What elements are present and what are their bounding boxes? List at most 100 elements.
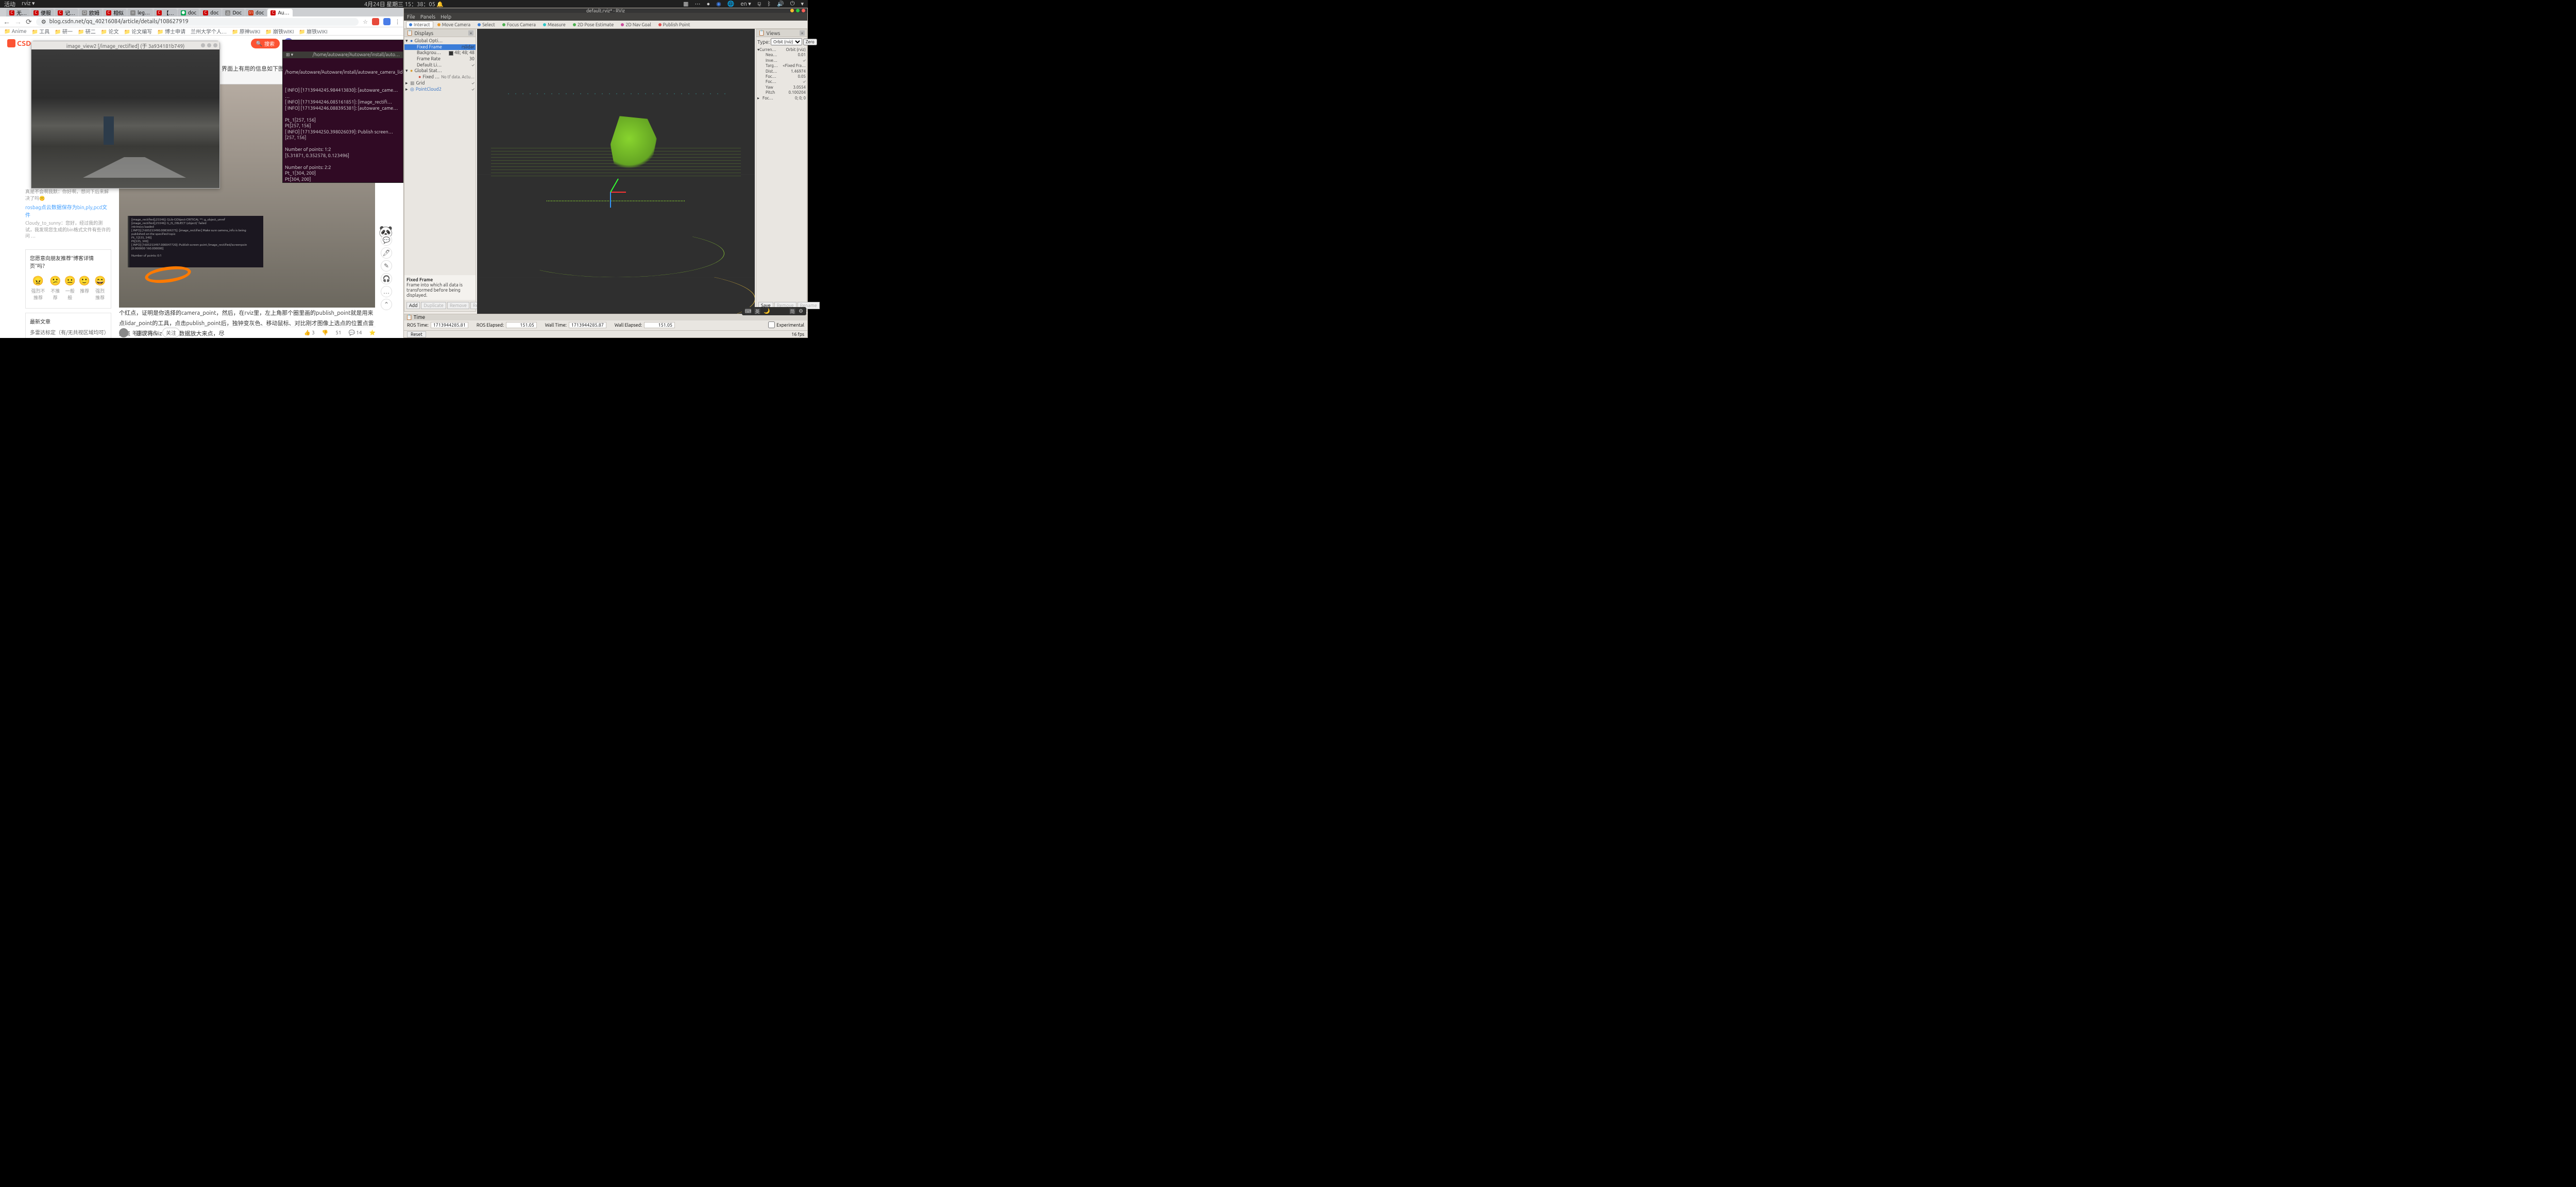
tool-move-camera[interactable]: Move Camera: [434, 21, 473, 28]
power-icon[interactable]: ⏻: [790, 1, 795, 7]
add-display-button[interactable]: Add: [406, 302, 420, 309]
views-zero-button[interactable]: Zero: [803, 39, 817, 45]
tool-2d-pose-estimate[interactable]: 2D Pose Estimate: [570, 21, 617, 28]
browser-tab[interactable]: Cdoc: [200, 9, 222, 16]
browser-tab[interactable]: ⎔欧姆: [79, 9, 103, 16]
network-icon[interactable]: ⚼: [757, 1, 761, 7]
rating-option[interactable]: 😐一般般: [64, 276, 76, 301]
article-link[interactable]: Shell脚本定时器压缩文件: [30, 337, 107, 338]
browser-tab[interactable]: C相似: [103, 9, 127, 16]
im-script[interactable]: 简: [789, 308, 795, 314]
author-avatar[interactable]: [119, 328, 128, 337]
bookmark-item[interactable]: 📁 Anime: [4, 28, 27, 35]
extension-icon[interactable]: [383, 18, 391, 25]
reset-button[interactable]: Reset: [407, 331, 426, 337]
tray-icon[interactable]: ⋯: [694, 1, 700, 7]
float-btn[interactable]: …: [381, 286, 392, 297]
displays-tree[interactable]: ▾●Global Opti… Fixed Framerslidar Backgr…: [404, 37, 476, 93]
rectified-image[interactable]: [31, 49, 219, 188]
tool-publish-point[interactable]: Publish Point: [655, 21, 693, 28]
dislike-button[interactable]: 👎: [322, 330, 328, 336]
menu-panels[interactable]: Panels: [420, 14, 435, 20]
focused-app-menu[interactable]: rviz ▾: [22, 0, 35, 8]
bookmark-item[interactable]: 📁 原神WIKI: [232, 27, 260, 35]
extensions-menu-icon[interactable]: ⋮: [395, 19, 400, 25]
tool-interact[interactable]: Interact: [406, 21, 433, 28]
bookmark-item[interactable]: 📁 研二: [78, 27, 96, 35]
experimental-checkbox[interactable]: [768, 321, 775, 328]
bookmark-item[interactable]: 📁 崩铁WIKI: [299, 27, 327, 35]
url-input[interactable]: ⚙ blog.csdn.net/qq_40216084/article/deta…: [36, 18, 359, 26]
rating-option[interactable]: 😕不推荐: [49, 276, 61, 301]
bookmark-star-icon[interactable]: ☆: [363, 19, 368, 25]
globe-icon[interactable]: 🌐: [727, 1, 735, 7]
terminal-tab-icon[interactable]: ⊞ ▾: [286, 52, 293, 58]
related-link[interactable]: rosbag点云数据保存为bin,ply,pcd文件: [25, 203, 111, 218]
bookmark-item[interactable]: 📁 博士申请: [157, 27, 185, 35]
rviz-3d-viewport[interactable]: [477, 29, 755, 319]
bookmark-item[interactable]: 兰州大学个人…: [191, 27, 227, 35]
browser-tab[interactable]: C无…: [6, 9, 30, 16]
panel-header[interactable]: 📋 Displays×: [404, 29, 476, 37]
float-btn[interactable]: 🖊: [381, 247, 392, 259]
settings-icon[interactable]: ⚙: [799, 308, 803, 314]
author-name[interactable]: 叫我李先生: [132, 329, 158, 336]
panel-header[interactable]: 📋 Time: [406, 314, 425, 320]
tray-icon[interactable]: ▦: [683, 1, 688, 7]
minimize-icon[interactable]: [790, 9, 794, 12]
im-icon[interactable]: ⌨: [745, 308, 751, 314]
article-link[interactable]: 多雷达标定（有/无共视区域均可）: [30, 328, 107, 336]
browser-tab[interactable]: ○leg…: [127, 9, 153, 16]
volume-icon[interactable]: 🔊: [777, 1, 784, 7]
float-btn[interactable]: 💬: [381, 234, 392, 246]
browser-tab[interactable]: △Doc: [222, 9, 245, 16]
float-btn[interactable]: ✎: [381, 260, 392, 272]
dark-mode-icon[interactable]: 🌙: [764, 308, 770, 314]
views-tree[interactable]: ▾Curren…Orbit (rviz) Nea…0.01 Inve… Targ…: [756, 46, 807, 102]
menu-help[interactable]: Help: [440, 14, 451, 20]
im-lang[interactable]: 英: [754, 308, 760, 314]
browser-tab[interactable]: C记…: [55, 9, 78, 16]
panel-header[interactable]: 📋 Views×: [756, 29, 807, 37]
clock[interactable]: 4月24日 星期三 15：38：05 🔔: [364, 0, 444, 8]
rviz-title-bar[interactable]: default.rviz* - RViz: [404, 8, 807, 13]
bookmark-item[interactable]: 📁 工具: [32, 27, 50, 35]
comments-button[interactable]: 💬 14: [349, 330, 362, 336]
extension-icon[interactable]: [372, 18, 379, 25]
browser-tab[interactable]: C便服: [30, 9, 54, 16]
search-button[interactable]: 🔍搜索: [251, 39, 280, 48]
rating-option[interactable]: 😠强烈不推荐: [30, 276, 46, 301]
views-type-select[interactable]: Orbit (rviz): [771, 38, 802, 45]
browser-tab-active[interactable]: CAu…: [267, 9, 292, 16]
chrome-tray-icon[interactable]: ◉: [716, 1, 721, 7]
follow-button[interactable]: 关注: [162, 328, 180, 337]
bookmark-item[interactable]: 📁 崩铁WIKI: [265, 27, 294, 35]
panel-close-icon[interactable]: ×: [800, 30, 805, 36]
browser-tab[interactable]: C【…: [154, 9, 177, 16]
image-view2-title-bar[interactable]: image_view2 [/image_rectified] (于 3a9341…: [31, 41, 219, 49]
gnome-terminal[interactable]: ⊞ ▾/home/autoware/Autoware/install/auto……: [282, 40, 403, 183]
menu-file[interactable]: File: [407, 14, 415, 20]
close-icon[interactable]: [213, 43, 217, 47]
forward-button[interactable]: →: [14, 18, 22, 26]
tool-select[interactable]: Select: [474, 21, 498, 28]
tool-2d-nav-goal[interactable]: 2D Nav Goal: [618, 21, 654, 28]
float-btn[interactable]: 🎧: [381, 273, 392, 284]
bluetooth-icon[interactable]: ᛒ: [767, 1, 771, 7]
panel-close-icon[interactable]: ×: [468, 30, 473, 36]
browser-tab[interactable]: ⬢doc: [178, 9, 199, 16]
input-lang[interactable]: en ▾: [740, 1, 751, 7]
back-button[interactable]: ←: [3, 18, 10, 26]
minimize-icon[interactable]: [201, 43, 205, 47]
float-btn[interactable]: ⌃: [381, 299, 392, 310]
maximize-icon[interactable]: [207, 43, 211, 47]
rating-option[interactable]: 😄强烈推荐: [93, 276, 107, 301]
close-icon[interactable]: [802, 9, 805, 12]
tray-icon[interactable]: ●: [706, 1, 710, 7]
like-button[interactable]: 👍 3: [304, 330, 314, 336]
tool-focus-camera[interactable]: Focus Camera: [499, 21, 539, 28]
activities-button[interactable]: 活动: [4, 0, 15, 8]
star-button[interactable]: ⭐: [369, 330, 376, 336]
bookmark-item[interactable]: 📁 论文编写: [124, 27, 152, 35]
menu-icon[interactable]: ▾: [801, 1, 804, 7]
